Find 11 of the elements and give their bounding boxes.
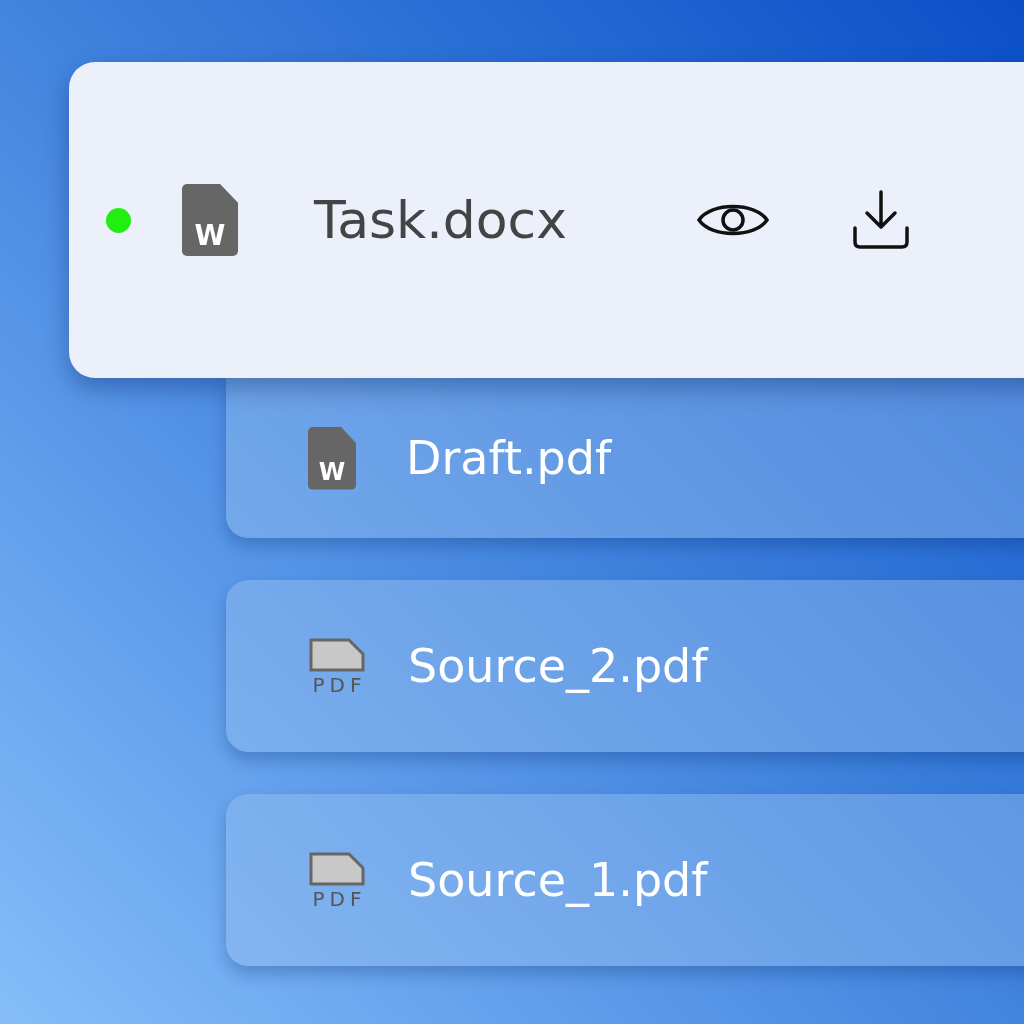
document-icon: W (182, 184, 238, 256)
file-name: Draft.pdf (406, 431, 612, 485)
file-card[interactable]: PDF Source_2.pdf (226, 580, 1024, 752)
file-name: Task.docx (314, 190, 568, 250)
file-name: Source_2.pdf (408, 639, 708, 693)
file-card[interactable]: W Draft.pdf (226, 378, 1024, 538)
file-card[interactable]: PDF Source_1.pdf (226, 794, 1024, 966)
download-icon[interactable] (852, 190, 910, 250)
file-name: Source_1.pdf (408, 853, 708, 907)
file-card[interactable]: W Task.docx (69, 62, 1024, 378)
document-icon: W (308, 426, 356, 490)
